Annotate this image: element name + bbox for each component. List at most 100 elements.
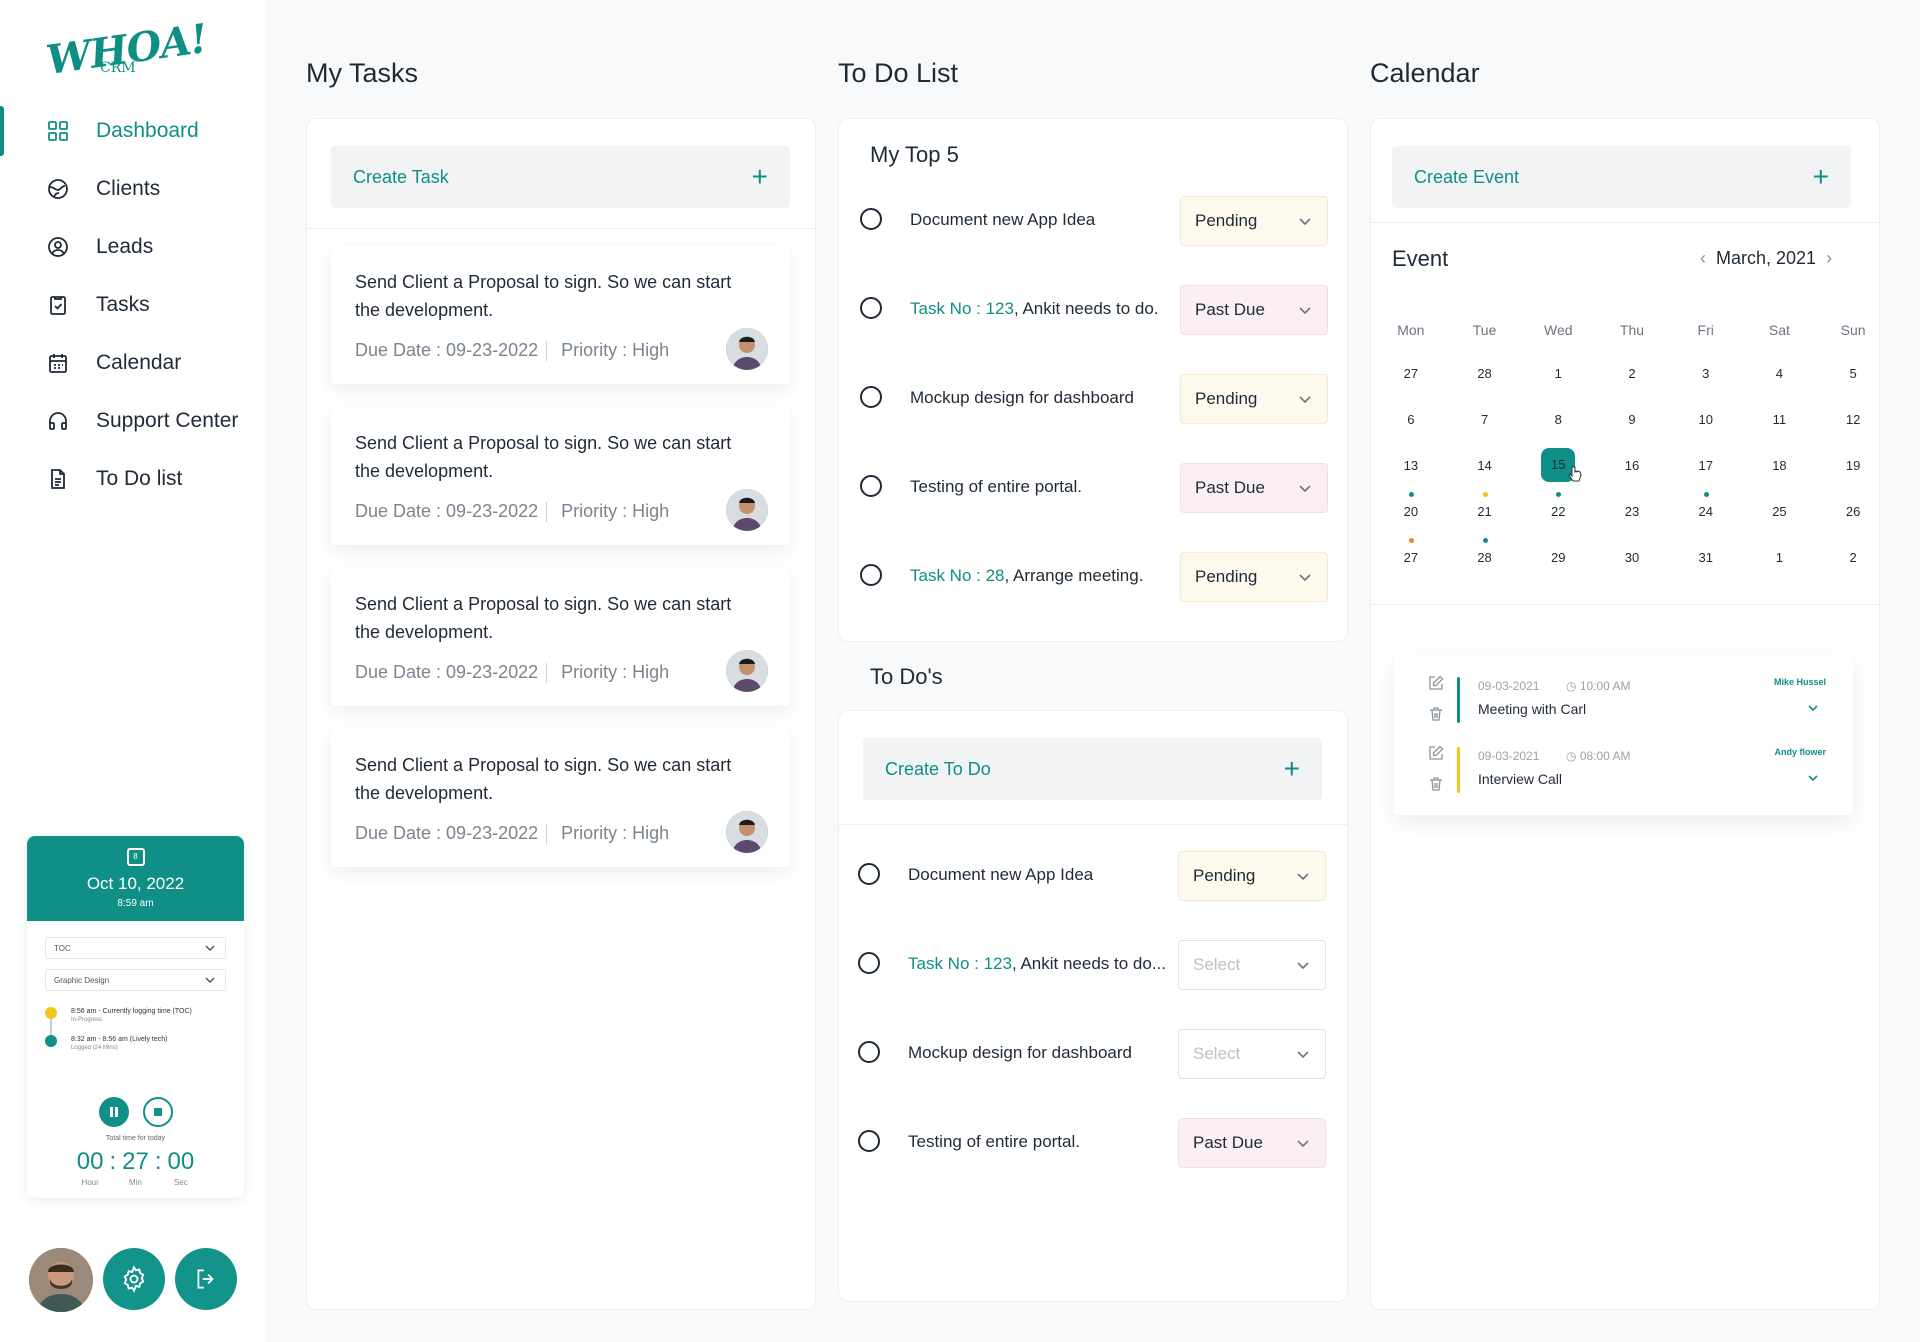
- todo-item[interactable]: Task No : 123, Ankit needs to do. Past Du…: [860, 285, 1328, 335]
- todo-item[interactable]: Document new App Idea Pending: [858, 851, 1326, 901]
- calendar-day[interactable]: 21: [1448, 491, 1522, 519]
- todo-item[interactable]: Testing of entire portal. Past Due: [858, 1118, 1326, 1168]
- todo-checkbox[interactable]: [860, 386, 882, 408]
- todo-checkbox[interactable]: [860, 475, 882, 497]
- calendar-day[interactable]: 30: [1595, 550, 1669, 565]
- sidebar-item-dashboard[interactable]: Dashboard: [0, 102, 265, 160]
- task-card[interactable]: Send Client a Proposal to sign. So we ca…: [331, 407, 790, 545]
- calendar-day[interactable]: 27: [1374, 366, 1448, 381]
- task-card[interactable]: Send Client a Proposal to sign. So we ca…: [331, 729, 790, 867]
- chevron-right-icon[interactable]: ›: [1826, 248, 1832, 269]
- calendar-day[interactable]: 2: [1816, 550, 1890, 565]
- calendar-day[interactable]: 18: [1743, 458, 1817, 473]
- edit-icon[interactable]: [1428, 675, 1444, 691]
- assignee-avatar[interactable]: [726, 811, 768, 853]
- calendar-day[interactable]: 27: [1374, 537, 1448, 565]
- status-select[interactable]: Pending: [1180, 196, 1328, 246]
- calendar-day[interactable]: 17: [1669, 458, 1743, 473]
- chevron-down-icon[interactable]: [1806, 701, 1820, 715]
- status-select[interactable]: Select: [1178, 1029, 1326, 1079]
- calendar-day[interactable]: 4: [1743, 366, 1817, 381]
- calendar-day[interactable]: 9: [1595, 412, 1669, 427]
- sidebar-item-clients[interactable]: Clients: [0, 160, 265, 218]
- task-card[interactable]: Send Client a Proposal to sign. So we ca…: [331, 246, 790, 384]
- todo-checkbox[interactable]: [860, 564, 882, 586]
- calendar-day[interactable]: 10: [1669, 412, 1743, 427]
- assignee-avatar[interactable]: [726, 489, 768, 531]
- calendar-day[interactable]: 23: [1595, 504, 1669, 519]
- calendar-day[interactable]: 1: [1521, 366, 1595, 381]
- calendar-day[interactable]: 29: [1521, 550, 1595, 565]
- calendar-day[interactable]: 5: [1816, 366, 1890, 381]
- chevron-down-icon[interactable]: [1806, 771, 1820, 785]
- calendar-day[interactable]: 1: [1743, 550, 1817, 565]
- todo-checkbox[interactable]: [858, 1041, 880, 1063]
- todo-checkbox[interactable]: [860, 208, 882, 230]
- calendar-day[interactable]: 20: [1374, 491, 1448, 519]
- status-select[interactable]: Pending: [1178, 851, 1326, 901]
- settings-button[interactable]: [103, 1248, 165, 1310]
- calendar-day[interactable]: 11: [1743, 412, 1817, 427]
- calendar-day[interactable]: 13: [1374, 458, 1448, 473]
- calendar-day[interactable]: 22: [1521, 491, 1595, 519]
- status-select[interactable]: Select: [1178, 940, 1326, 990]
- event-item[interactable]: 09-03-2021 ◷ 10:00 AM Meeting with Carl …: [1428, 675, 1838, 725]
- task-select[interactable]: Graphic Design: [45, 969, 226, 991]
- status-select[interactable]: Past Due: [1180, 463, 1328, 513]
- todo-item[interactable]: Task No : 123, Ankit needs to do... Selec…: [858, 940, 1326, 990]
- calendar-day[interactable]: 7: [1448, 412, 1522, 427]
- pause-button[interactable]: [98, 1097, 129, 1127]
- calendar-day[interactable]: 12: [1816, 412, 1890, 427]
- calendar-day[interactable]: 24: [1669, 491, 1743, 519]
- todo-item[interactable]: Task No : 28, Arrange meeting. Pending: [860, 552, 1328, 602]
- calendar-day[interactable]: 2: [1595, 366, 1669, 381]
- calendar-day[interactable]: 6: [1374, 412, 1448, 427]
- create-todo-button[interactable]: Create To Do +: [863, 738, 1322, 800]
- task-number[interactable]: Task No : 28: [910, 566, 1005, 585]
- sidebar-item-support-center[interactable]: Support Center: [0, 392, 265, 450]
- assignee-avatar[interactable]: [726, 650, 768, 692]
- logout-button[interactable]: [175, 1248, 237, 1310]
- project-select[interactable]: TOC: [45, 937, 226, 959]
- assignee-avatar[interactable]: [726, 328, 768, 370]
- chevron-left-icon[interactable]: ‹: [1700, 248, 1706, 269]
- todo-item[interactable]: Mockup design for dashboard Pending: [860, 374, 1328, 424]
- calendar-day[interactable]: 28: [1448, 366, 1522, 381]
- todo-checkbox[interactable]: [860, 297, 882, 319]
- trash-icon[interactable]: [1428, 776, 1444, 792]
- status-select[interactable]: Pending: [1180, 374, 1328, 424]
- task-card[interactable]: Send Client a Proposal to sign. So we ca…: [331, 568, 790, 706]
- create-task-button[interactable]: Create Task +: [331, 146, 790, 208]
- calendar-day[interactable]: 14: [1448, 458, 1522, 473]
- app-logo[interactable]: WHOA! CRM: [44, 15, 210, 84]
- sidebar-item-leads[interactable]: Leads: [0, 218, 265, 276]
- sidebar-item-to-do-list[interactable]: To Do list: [0, 450, 265, 508]
- trash-icon[interactable]: [1428, 706, 1444, 722]
- sidebar-item-calendar[interactable]: Calendar: [0, 334, 265, 392]
- calendar-day[interactable]: 16: [1595, 458, 1669, 473]
- stop-button[interactable]: [142, 1097, 173, 1127]
- calendar-day[interactable]: 8: [1521, 412, 1595, 427]
- status-select[interactable]: Past Due: [1180, 285, 1328, 335]
- status-select[interactable]: Pending: [1180, 552, 1328, 602]
- todo-checkbox[interactable]: [858, 1130, 880, 1152]
- todo-item[interactable]: Mockup design for dashboard Select: [858, 1029, 1326, 1079]
- create-event-button[interactable]: Create Event +: [1392, 146, 1851, 208]
- edit-icon[interactable]: [1428, 745, 1444, 761]
- todo-item[interactable]: Document new App Idea Pending: [860, 196, 1328, 246]
- calendar-day[interactable]: 31: [1669, 550, 1743, 565]
- task-number[interactable]: Task No : 123: [908, 954, 1012, 973]
- sidebar-item-tasks[interactable]: Tasks: [0, 276, 265, 334]
- todo-item[interactable]: Testing of entire portal. Past Due: [860, 463, 1328, 513]
- calendar-day[interactable]: 26: [1816, 504, 1890, 519]
- todo-checkbox[interactable]: [858, 952, 880, 974]
- calendar-day[interactable]: 3: [1669, 366, 1743, 381]
- user-avatar[interactable]: [29, 1248, 93, 1312]
- calendar-day[interactable]: 25: [1743, 504, 1817, 519]
- calendar-day[interactable]: 19: [1816, 458, 1890, 473]
- task-number[interactable]: Task No : 123: [910, 299, 1014, 318]
- event-item[interactable]: 09-03-2021 ◷ 08:00 AM Interview Call And…: [1428, 745, 1838, 795]
- status-select[interactable]: Past Due: [1178, 1118, 1326, 1168]
- calendar-day[interactable]: 28: [1448, 537, 1522, 565]
- todo-checkbox[interactable]: [858, 863, 880, 885]
